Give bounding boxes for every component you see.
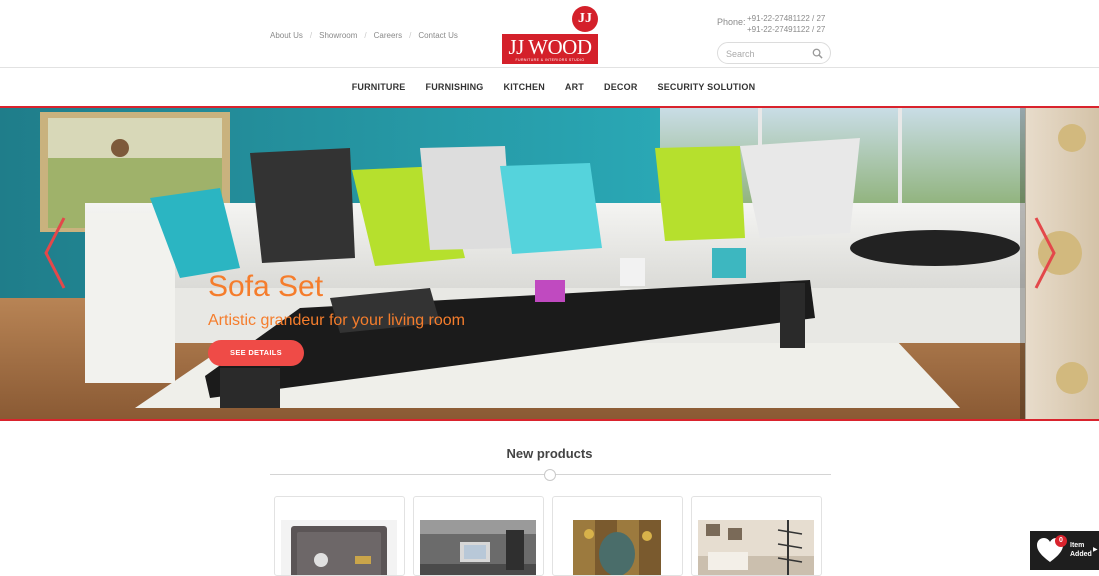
jj-wood-logo[interactable]: JJ JJ WOOD FURNITURE & INTERIORS STUDIO [502, 6, 598, 64]
nav-art[interactable]: ART [565, 69, 584, 106]
logo-tagline: FURNITURE & INTERIORS STUDIO [515, 58, 585, 62]
hero-title: Sofa Set [208, 270, 324, 303]
link-separator: / [309, 31, 313, 40]
contact-us-link[interactable]: Contact Us [418, 31, 458, 40]
logo-plate: JJ WOOD FURNITURE & INTERIORS STUDIO [502, 34, 598, 64]
cart-widget[interactable]: 0 Item Added ▶ [1030, 531, 1099, 570]
search-input[interactable] [726, 47, 806, 60]
product-card[interactable] [691, 496, 822, 576]
phone-numbers: +91-22-27481122 / 27 +91-22-27491122 / 2… [747, 13, 847, 35]
hero-slider: Sofa Set Artistic grandeur for your livi… [0, 106, 1099, 421]
nav-decor[interactable]: DECOR [604, 69, 638, 106]
link-separator: / [409, 31, 412, 40]
search-icon[interactable] [812, 48, 823, 59]
nav-kitchen[interactable]: KITCHEN [504, 69, 545, 106]
phone-number-2: +91-22-27491122 / 27 [747, 25, 826, 34]
nav-security-solution[interactable]: SECURITY SOLUTION [658, 69, 756, 106]
logo-badge: JJ [572, 6, 598, 32]
hero-subtitle: Artistic grandeur for your living room [208, 312, 465, 329]
cart-label: Item Added [1070, 541, 1092, 559]
see-details-button[interactable]: SEE DETAILS [208, 340, 304, 366]
product-card[interactable] [413, 496, 544, 576]
hero-image-sofa-set [0, 108, 1099, 419]
product-card[interactable] [552, 496, 683, 576]
slider-next-arrow-icon[interactable] [1032, 216, 1058, 290]
product-card[interactable] [274, 496, 405, 576]
site-header: About Us / Showroom / Careers / Contact … [0, 0, 1099, 68]
tv-unit-image [420, 520, 536, 575]
cart-label-line2: Added [1070, 551, 1092, 558]
buddha-panel-image [559, 520, 675, 575]
nav-furnishing[interactable]: FURNISHING [426, 69, 484, 106]
cart-count-badge: 0 [1055, 535, 1067, 547]
about-us-link[interactable]: About Us [270, 31, 303, 40]
showroom-link[interactable]: Showroom [319, 31, 357, 40]
safe-image [281, 520, 397, 575]
cart-label-line1: Item [1070, 542, 1085, 549]
divider-dot [544, 469, 556, 481]
search-box [717, 42, 831, 64]
slider-prev-arrow-icon[interactable] [42, 216, 68, 290]
main-nav: FURNITURE FURNISHING KITCHEN ART DECOR S… [0, 69, 1099, 106]
top-links: About Us / Showroom / Careers / Contact … [270, 31, 458, 40]
careers-link[interactable]: Careers [374, 31, 402, 40]
phone-label: Phone: [717, 17, 746, 27]
living-room-image [698, 520, 814, 575]
caret-right-icon: ▶ [1093, 547, 1098, 553]
phone-number-1: +91-22-27481122 / 27 [747, 14, 826, 23]
link-separator: / [364, 31, 367, 40]
logo-wordmark: JJ WOOD [508, 35, 592, 59]
product-carousel [274, 496, 834, 576]
nav-furniture[interactable]: FURNITURE [352, 69, 406, 106]
new-products-heading: New products [506, 446, 593, 461]
